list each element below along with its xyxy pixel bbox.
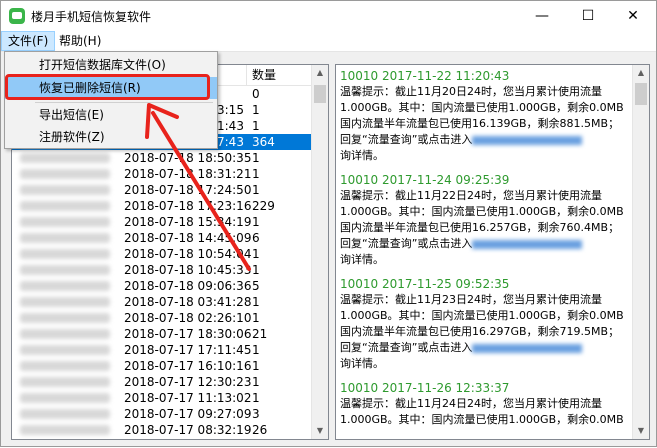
annotation-arrow-icon — [145, 103, 251, 271]
app-window: 楼月手机短信恢复软件 — ☐ ✕ 文件(F) 帮助(H) 数量 0 3:15 1 1:… — [0, 0, 657, 447]
